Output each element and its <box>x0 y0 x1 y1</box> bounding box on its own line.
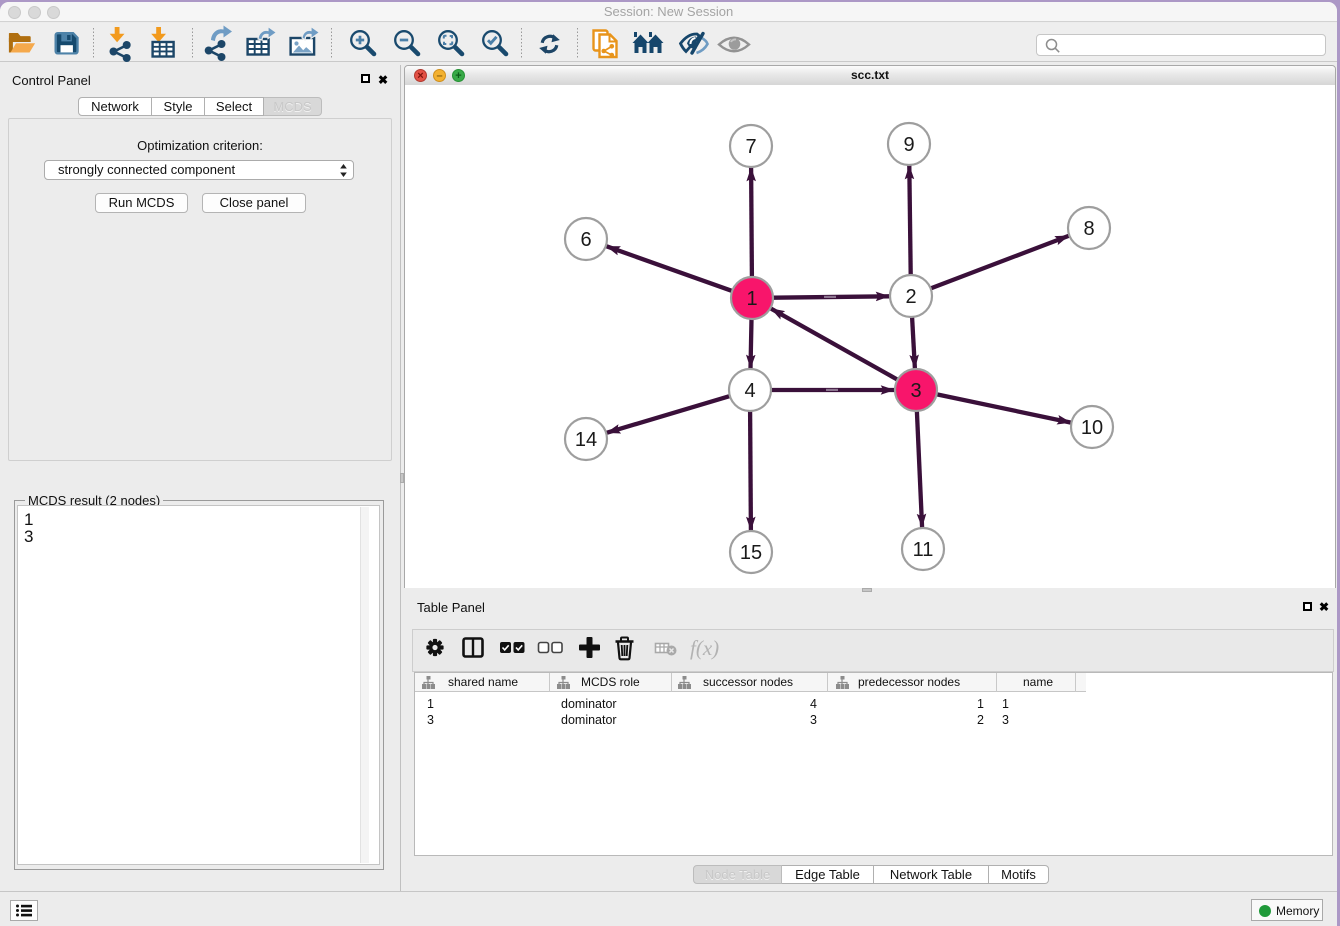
svg-text:6: 6 <box>580 229 591 251</box>
svg-text:3: 3 <box>910 380 921 402</box>
svg-text:2: 2 <box>905 286 916 308</box>
svg-text:1: 1 <box>746 288 757 310</box>
svg-text:15: 15 <box>740 542 762 564</box>
svg-text:10: 10 <box>1081 417 1103 439</box>
svg-text:11: 11 <box>913 539 934 561</box>
svg-text:4: 4 <box>744 380 755 402</box>
svg-text:9: 9 <box>903 134 914 156</box>
svg-text:f(x): f(x) <box>690 636 719 660</box>
svg-text:7: 7 <box>745 136 756 158</box>
svg-text:14: 14 <box>575 429 597 451</box>
svg-text:8: 8 <box>1083 218 1094 240</box>
